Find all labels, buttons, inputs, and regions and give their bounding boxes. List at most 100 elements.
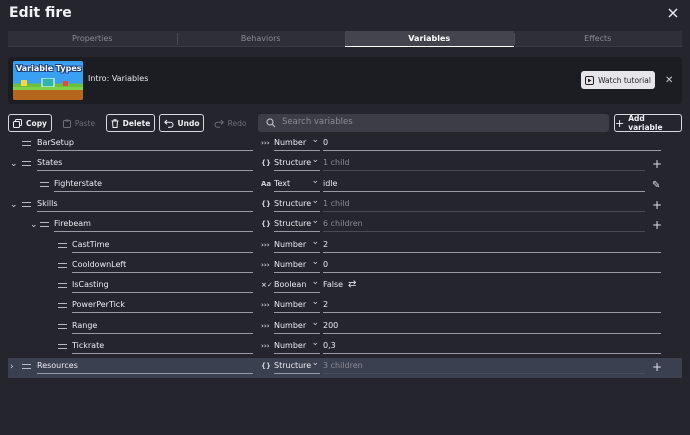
variable-type-select[interactable]: Structure xyxy=(274,155,320,172)
add-child-icon[interactable]: + xyxy=(652,360,662,374)
variable-row[interactable]: Range ››› Number200 xyxy=(8,318,682,338)
variable-name-field[interactable]: States xyxy=(37,158,253,172)
variable-row[interactable]: CooldownLeft ››› Number0 xyxy=(8,257,682,277)
drag-handle-icon[interactable] xyxy=(58,262,67,268)
drag-handle-icon[interactable] xyxy=(22,364,31,370)
add-variable-label: Add variable xyxy=(628,114,663,132)
watch-tutorial-button[interactable]: Watch tutorial xyxy=(581,71,655,89)
variable-row[interactable]: Tickrate ››› Number0,3 xyxy=(8,338,682,358)
variable-type-select[interactable]: Number xyxy=(274,135,320,151)
variable-value-field[interactable]: 2 xyxy=(323,300,661,314)
variable-type-select[interactable]: Text xyxy=(274,176,320,192)
drag-handle-icon[interactable] xyxy=(58,344,67,349)
boolean-icon: ×✓ xyxy=(261,281,273,290)
tab-effects[interactable]: Effects xyxy=(513,31,682,47)
structure-icon: {} xyxy=(261,362,271,371)
variable-type-select[interactable]: Number xyxy=(274,318,320,334)
dialog-title: Edit fire xyxy=(9,5,72,21)
structure-icon: {} xyxy=(261,220,271,229)
drag-handle-icon[interactable] xyxy=(22,161,31,167)
variable-value-field[interactable]: False xyxy=(323,280,661,293)
children-count: 3 children xyxy=(323,361,645,375)
structure-icon: {} xyxy=(261,159,271,168)
variable-name-field[interactable]: Skills xyxy=(37,199,253,212)
drag-handle-icon[interactable] xyxy=(40,222,49,228)
chevron-down-icon[interactable]: ⌄ xyxy=(10,159,18,169)
close-icon[interactable] xyxy=(666,6,680,20)
variable-row[interactable]: ⌄ States {}Structure1 child + xyxy=(8,155,682,175)
variable-name-field[interactable]: Firebeam xyxy=(54,219,253,233)
redo-icon xyxy=(214,119,224,128)
variable-type-select[interactable]: Number xyxy=(274,257,320,273)
game-scene-icon xyxy=(13,78,83,100)
redo-label: Redo xyxy=(227,118,247,128)
variable-row[interactable]: › Resources {}Structure3 children + xyxy=(8,358,682,379)
variable-name-field[interactable]: IsCasting xyxy=(72,280,253,294)
variable-name-field[interactable]: Resources xyxy=(37,361,253,375)
add-child-icon[interactable]: + xyxy=(652,157,662,171)
variable-value-field[interactable]: idle xyxy=(323,179,645,192)
drag-handle-icon[interactable] xyxy=(58,323,67,329)
drag-handle-icon[interactable] xyxy=(22,141,31,146)
delete-button[interactable]: Delete xyxy=(106,114,155,132)
variable-row[interactable]: BarSetup ››› Number0 xyxy=(8,135,682,155)
number-icon: ››› xyxy=(261,240,270,249)
copy-label: Copy xyxy=(26,118,47,128)
variable-row[interactable]: ⌄ Skills {}Structure1 child + xyxy=(8,196,682,216)
drag-handle-icon[interactable] xyxy=(58,283,67,289)
copy-button[interactable]: Copy xyxy=(8,114,52,132)
tab-variables[interactable]: Variables xyxy=(345,31,514,47)
variable-type-select[interactable]: Structure xyxy=(274,196,320,212)
chevron-down-icon[interactable]: ⌄ xyxy=(30,220,38,230)
tab-bar: Properties Behaviors Variables Effects xyxy=(8,31,682,47)
variable-value-field[interactable]: 0 xyxy=(323,138,661,151)
variable-name-field[interactable]: BarSetup xyxy=(37,138,253,151)
variable-type-select[interactable]: Structure xyxy=(274,216,320,233)
number-icon: ››› xyxy=(261,301,270,310)
variable-name-field[interactable]: Range xyxy=(72,321,253,334)
undo-button[interactable]: Undo xyxy=(159,114,204,132)
tutorial-thumbnail-text: Variable Types xyxy=(16,64,82,73)
variable-type-select[interactable]: Boolean xyxy=(274,277,320,294)
variable-type-select[interactable]: Number xyxy=(274,338,320,354)
chevron-down-icon[interactable]: ⌄ xyxy=(10,200,18,210)
add-child-icon[interactable]: + xyxy=(652,218,662,232)
drag-handle-icon[interactable] xyxy=(40,181,49,187)
variable-name-field[interactable]: CooldownLeft xyxy=(72,260,253,273)
variable-row[interactable]: Fighterstate AaTextidle ✎ xyxy=(8,176,682,196)
chevron-right-icon[interactable]: › xyxy=(10,362,14,372)
add-child-icon[interactable]: + xyxy=(652,198,662,212)
drag-handle-icon[interactable] xyxy=(22,201,31,207)
dismiss-tutorial-icon[interactable]: ✕ xyxy=(665,75,673,86)
tab-properties[interactable]: Properties xyxy=(8,31,177,47)
variable-row[interactable]: IsCasting ×✓BooleanFalse⇄ xyxy=(8,277,682,297)
variable-row[interactable]: CastTime ››› Number2 xyxy=(8,237,682,257)
paste-button[interactable]: Paste xyxy=(57,114,101,132)
watch-tutorial-label: Watch tutorial xyxy=(598,75,651,85)
variable-type-select[interactable]: Number xyxy=(274,297,320,314)
variable-value-field[interactable]: 200 xyxy=(323,321,661,334)
variable-value-field[interactable]: 0 xyxy=(323,260,661,273)
number-icon: ››› xyxy=(261,321,270,330)
toggle-boolean-icon[interactable]: ⇄ xyxy=(348,279,356,290)
variable-type-select[interactable]: Structure xyxy=(274,358,320,375)
drag-handle-icon[interactable] xyxy=(58,242,67,248)
text-icon: Aa xyxy=(261,179,272,188)
tab-behaviors[interactable]: Behaviors xyxy=(176,31,345,47)
variable-value-field[interactable]: 2 xyxy=(323,240,661,253)
number-icon: ››› xyxy=(261,260,270,269)
redo-button[interactable]: Redo xyxy=(208,114,252,132)
drag-handle-icon[interactable] xyxy=(58,303,67,309)
variable-name-field[interactable]: Fighterstate xyxy=(54,179,253,192)
add-variable-button[interactable]: + Add variable xyxy=(614,114,682,132)
variable-row[interactable]: ⌄ Firebeam {}Structure6 children + xyxy=(8,216,682,236)
variable-name-field[interactable]: PowerPerTick xyxy=(72,300,253,314)
search-input[interactable]: Search variables xyxy=(258,114,609,132)
variable-value-field[interactable]: 0,3 xyxy=(323,341,661,354)
variable-name-field[interactable]: CastTime xyxy=(72,240,253,253)
edit-icon[interactable]: ✎ xyxy=(652,180,660,191)
variable-row[interactable]: PowerPerTick ››› Number2 xyxy=(8,297,682,317)
variable-name-field[interactable]: Tickrate xyxy=(72,341,253,354)
variable-type-select[interactable]: Number xyxy=(274,237,320,253)
tutorial-thumbnail[interactable]: Variable Types xyxy=(13,61,83,100)
